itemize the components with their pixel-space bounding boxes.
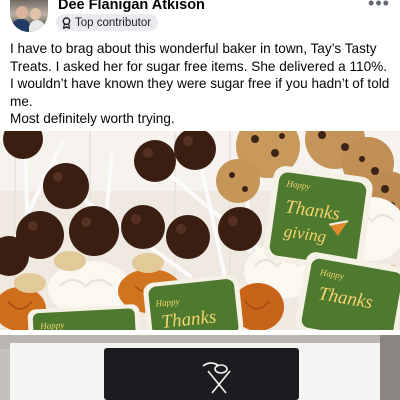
- cake-pop: [69, 206, 119, 256]
- cake-pop: [121, 205, 165, 249]
- avatar-face-right: [30, 8, 41, 20]
- post-photo[interactable]: Happy Thanks giving Happy Thanks Happy T…: [0, 131, 400, 330]
- cake-pop: [218, 207, 262, 251]
- post-paragraph: I have to brag about this wonderful bake…: [10, 41, 390, 109]
- more-options-icon[interactable]: •••: [368, 0, 390, 12]
- cookie-4-text: Happy: [39, 320, 64, 330]
- author-name[interactable]: Dee Flanigan Atkison: [58, 0, 205, 13]
- avatar-shoulders-right: [29, 20, 45, 32]
- post-paragraph: Most definitely worth trying.: [10, 111, 175, 127]
- cookie: [216, 159, 260, 203]
- treats-photo-illustration: Happy Thanks giving Happy Thanks Happy T…: [0, 131, 400, 330]
- cake-pop: [134, 140, 176, 182]
- post-header: Dee Flanigan Atkison Top contributor •••: [0, 0, 400, 36]
- post-text: I have to brag about this wonderful bake…: [10, 40, 394, 128]
- avatar-face-left: [16, 6, 28, 19]
- ribbon-icon: [62, 16, 71, 29]
- bakery-box-illustration: [0, 335, 400, 400]
- cake-pop: [166, 215, 210, 259]
- top-contributor-badge[interactable]: Top contributor: [56, 14, 159, 31]
- avatar-shoulders-left: [12, 19, 30, 32]
- cake-pop: [43, 163, 89, 209]
- avatar[interactable]: [10, 0, 48, 32]
- post-photo-secondary[interactable]: [0, 335, 400, 400]
- box-label: [104, 348, 299, 400]
- badge-label: Top contributor: [75, 16, 152, 29]
